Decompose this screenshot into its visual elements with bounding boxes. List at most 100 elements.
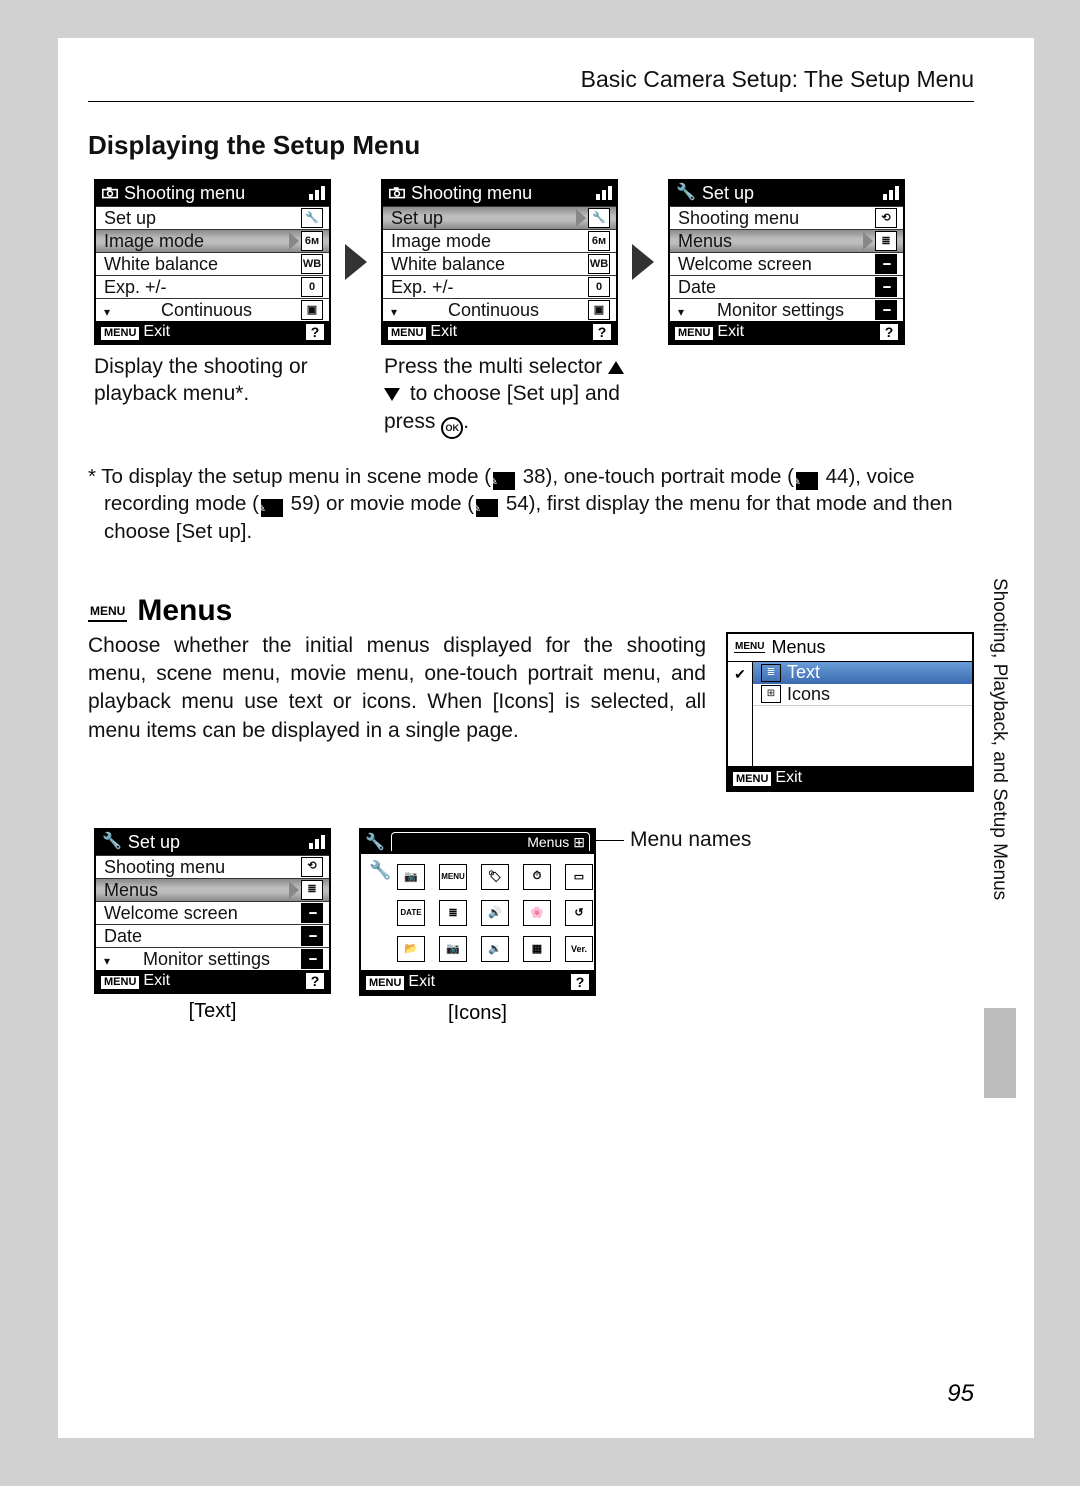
camera-icon	[102, 184, 118, 202]
caption-icons: [Icons]	[359, 1002, 596, 1025]
list-icon: ≣	[301, 880, 323, 900]
lcd-row: Date--	[96, 924, 329, 947]
grid-icon: ↺	[565, 900, 593, 926]
lcd-row: Exp. +/-0	[383, 275, 616, 298]
exp-icon: 0	[588, 277, 610, 297]
menus-paragraph: Choose whether the initial menus display…	[88, 632, 706, 745]
wrench-icon: 🔧	[588, 208, 610, 228]
wb-icon: WB	[588, 254, 610, 274]
menus-body: Choose whether the initial menus display…	[88, 632, 974, 792]
check-column: ✔	[728, 662, 753, 766]
scroll-down-icon: ▾	[391, 306, 397, 318]
lcd-title: MENU Menus	[728, 634, 972, 662]
lcd-row-selected: Set up🔧	[383, 206, 616, 229]
page-ref-icon: ✎	[796, 472, 818, 490]
wrench-icon: 🔧	[676, 185, 696, 201]
lcd-title: 🔧 Set up	[670, 181, 903, 206]
cont-icon: ▣	[301, 300, 323, 320]
lcd-shooting-1: Shooting menu Set up🔧 Image mode6ᴍ White…	[94, 179, 331, 345]
text-menu-example: 🔧 Set up Shooting menu⟲ Menus≣ Welcome s…	[94, 828, 331, 1023]
lcd-title-text: Set up	[702, 184, 754, 202]
option-text: ≣Text	[753, 662, 972, 684]
lcd-row: Shooting menu⟲	[670, 206, 903, 229]
lcd-footer: MENUExit ?	[96, 970, 329, 992]
page-header: Basic Camera Setup: The Setup Menu	[88, 66, 974, 102]
grid-icon: 🔊	[481, 900, 509, 926]
lcd-row: Shooting menu⟲	[96, 855, 329, 878]
grid-icon: ⏱	[523, 864, 551, 890]
menus-heading: MENU Menus	[88, 594, 974, 628]
lcd-row: Set up🔧	[96, 206, 329, 229]
grid-icon: ≣	[439, 900, 467, 926]
help-icon: ?	[880, 324, 898, 340]
menu-icon: MENU	[388, 327, 426, 340]
lcd-title-text: Set up	[128, 833, 180, 851]
mode-icon: 6ᴍ	[588, 231, 610, 251]
chapter-side-label: Shooting, Playback, and Setup Menus	[988, 578, 1010, 900]
menu-icon: MENU	[733, 772, 771, 786]
page-ref-icon: ✎	[261, 499, 283, 517]
wrench-icon: 🔧	[365, 832, 385, 852]
grid-icon: 📷	[439, 936, 467, 962]
list-icon: ≣	[761, 664, 781, 682]
lcd-row: Welcome screen--	[96, 901, 329, 924]
grid-icon: MENU	[439, 864, 467, 890]
lcd-footer: MENUExit ?	[361, 970, 594, 994]
page-ref-icon: ✎	[476, 499, 498, 517]
icons-header: 🔧 Menus ⊞	[361, 830, 594, 854]
grid-icon: 🌸	[523, 900, 551, 926]
lcd-row: ▾Monitor settings--	[96, 947, 329, 970]
lcd-row: White balanceWB	[383, 252, 616, 275]
camera-icon	[389, 184, 405, 202]
section-heading: Displaying the Setup Menu	[88, 130, 974, 161]
help-icon: ?	[593, 324, 611, 340]
lcd-row: ▾Monitor settings--	[670, 298, 903, 321]
grid-icon: 📂	[397, 936, 425, 962]
lcd-row: Exp. +/-0	[96, 275, 329, 298]
help-icon: ?	[306, 324, 324, 340]
lcd-row-selected: Image mode6ᴍ	[96, 229, 329, 252]
return-icon: ⟲	[301, 857, 323, 877]
lcd-title-text: Shooting menu	[124, 184, 245, 202]
arrow-right-icon	[345, 244, 367, 280]
lcd-shooting-2: Shooting menu Set up🔧 Image mode6ᴍ White…	[381, 179, 618, 345]
arrow-right-icon	[632, 244, 654, 280]
menu-icon: MENU	[101, 327, 139, 340]
scroll-down-icon: ▾	[104, 955, 110, 967]
grid-icon: 📷	[397, 864, 425, 890]
lcd-row: ▾Continuous▣	[96, 298, 329, 321]
page-ref-icon: ✎	[493, 472, 515, 490]
menu-icon: MENU	[675, 327, 713, 340]
left-gutter	[0, 0, 58, 1486]
lcd-row: Image mode6ᴍ	[383, 229, 616, 252]
icons-grid: 🔧 📷 MENU 🏷 ⏱ ▭ DATE ≣ 🔊 🌸 ↺ 📂 📷 🔉 ▦ Ver.	[361, 854, 594, 970]
scroll-down-icon: ▾	[104, 306, 110, 318]
lcd-title: Shooting menu	[383, 181, 616, 206]
help-icon: ?	[306, 973, 324, 989]
scroll-icon	[596, 184, 612, 200]
lcd-row-selected: Menus≣	[96, 878, 329, 901]
lcd-row: Welcome screen--	[670, 252, 903, 275]
lcd-setup-icons: 🔧 Menus ⊞ 🔧 📷 MENU 🏷 ⏱ ▭ DATE ≣ 🔊 🌸 ↺ 📂	[359, 828, 596, 996]
thumb-tab	[984, 1008, 1016, 1098]
page-number: 95	[947, 1380, 974, 1408]
tab-label: Menus ⊞	[391, 832, 590, 851]
lcd-setup-text: 🔧 Set up Shooting menu⟲ Menus≣ Welcome s…	[94, 828, 331, 994]
wrench-icon: 🔧	[369, 860, 391, 881]
dash-icon: --	[301, 926, 323, 946]
lcd-title: Shooting menu	[96, 181, 329, 206]
lcd-footer: MENUExit	[728, 766, 972, 790]
lcd-menus-options: MENU Menus ✔ ≣Text ⊞Icons MENUExit	[726, 632, 974, 792]
callout-line	[594, 840, 624, 841]
dash-icon: --	[301, 903, 323, 923]
caption-1: Display the shooting or playback menu*.	[94, 353, 344, 439]
mode-icon: 6ᴍ	[301, 231, 323, 251]
lcd-footer: MENUExit ?	[96, 321, 329, 343]
scroll-icon	[883, 184, 899, 200]
menu-icon: MENU	[88, 604, 127, 618]
exp-icon: 0	[301, 277, 323, 297]
lcd-row: Date--	[670, 275, 903, 298]
check-icon: ✔	[734, 666, 746, 683]
list-icon: ≣	[875, 231, 897, 251]
dash-icon: --	[875, 254, 897, 274]
